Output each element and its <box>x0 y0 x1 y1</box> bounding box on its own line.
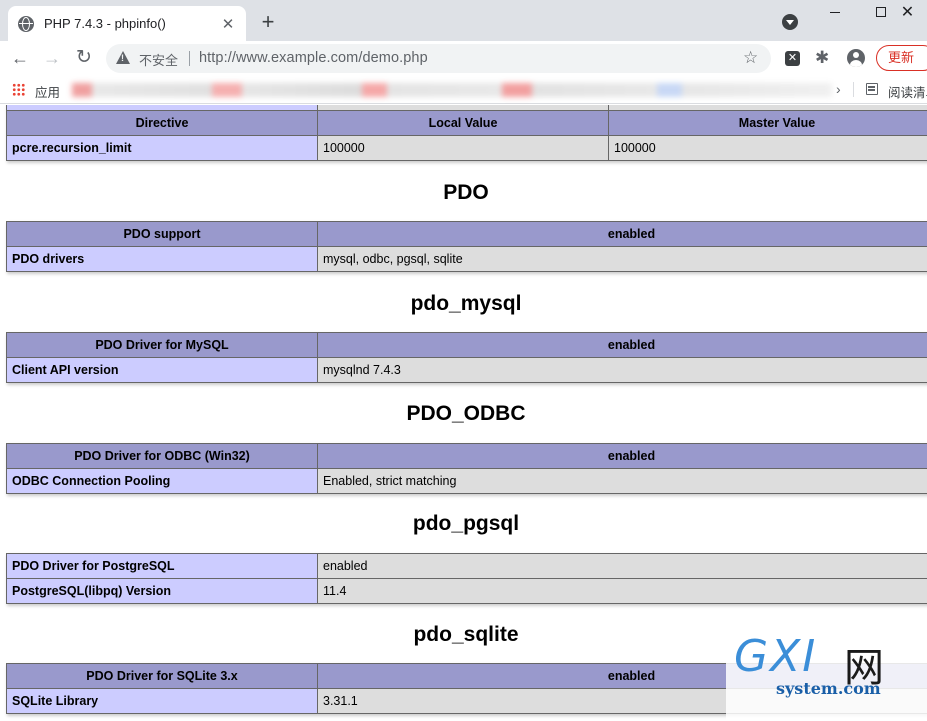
row-value: Enabled, strict matching <box>317 468 927 494</box>
section-title-pdo-pgsql: pdo_pgsql <box>412 512 520 535</box>
header-label: PDO Driver for MySQL <box>6 332 318 358</box>
bookmarks-bar: 应用 › 阅读清单 <box>0 75 927 104</box>
forward-button[interactable]: → <box>40 46 64 70</box>
update-button[interactable]: 更新 <box>876 45 927 71</box>
pdo-table: PDO support enabled PDO drivers mysql, o… <box>6 221 927 272</box>
extensions-puzzle-icon[interactable]: ✱ <box>815 48 829 68</box>
section-title-pdo: PDO <box>443 181 489 204</box>
apps-grid-icon[interactable] <box>12 83 25 96</box>
site-watermark-logo: GXI 网 system.com <box>726 631 927 721</box>
extension-x-icon[interactable]: ✕ <box>785 51 800 66</box>
table-header-row: PDO Driver for ODBC (Win32) enabled <box>6 443 927 469</box>
table-header-row: Directive Local Value Master Value <box>6 110 927 136</box>
master-value: 100000 <box>608 135 927 161</box>
pdo-odbc-table: PDO Driver for ODBC (Win32) enabled ODBC… <box>6 443 927 494</box>
bookmarks-more-button[interactable]: › <box>836 81 841 97</box>
insecure-label[interactable]: 不安全 <box>139 50 178 69</box>
row-value: mysqlnd 7.4.3 <box>317 357 927 383</box>
watermark-logo-text: GXI <box>734 631 818 682</box>
table-row: PDO Driver for PostgreSQL enabled <box>6 553 927 579</box>
header-label: PDO Driver for SQLite 3.x <box>6 663 318 689</box>
header-value: enabled <box>317 443 927 469</box>
row-name: PostgreSQL(libpq) Version <box>6 578 318 604</box>
column-header-directive: Directive <box>6 110 318 136</box>
header-value: enabled <box>317 332 927 358</box>
reading-list-icon[interactable] <box>866 83 878 95</box>
column-header-master: Master Value <box>608 110 927 136</box>
header-label: PDO Driver for ODBC (Win32) <box>6 443 318 469</box>
pdo-pgsql-table: PDO Driver for PostgreSQL enabled Postgr… <box>6 553 927 604</box>
row-name: Client API version <box>6 357 318 383</box>
address-bar[interactable]: 不安全 http://www.example.com/demo.php ☆ <box>106 44 771 73</box>
back-button[interactable]: ← <box>8 46 32 70</box>
reading-list-label[interactable]: 阅读清单 <box>888 82 927 101</box>
phpinfo-body: Directive Local Value Master Value pcre.… <box>6 105 927 714</box>
close-window-button[interactable]: ✕ <box>888 0 927 30</box>
row-name: SQLite Library <box>6 688 318 714</box>
bookmark-star-icon[interactable]: ☆ <box>743 48 758 68</box>
row-value: mysql, odbc, pgsql, sqlite <box>317 246 927 272</box>
globe-icon <box>18 15 34 32</box>
header-value: enabled <box>317 221 927 247</box>
tab-strip: PHP 7.4.3 - phpinfo() ✕ + ✕ <box>0 0 927 41</box>
header-label: PDO support <box>6 221 318 247</box>
local-value: 100000 <box>317 135 609 161</box>
bookmarks-separator <box>853 82 854 97</box>
pcre-table: Directive Local Value Master Value pcre.… <box>6 105 927 161</box>
row-name: ODBC Connection Pooling <box>6 468 318 494</box>
table-header-row: PDO Driver for MySQL enabled <box>6 332 927 358</box>
new-tab-button[interactable]: + <box>257 9 279 35</box>
browser-tab[interactable]: PHP 7.4.3 - phpinfo() ✕ <box>8 6 246 41</box>
directive-name: pcre.recursion_limit <box>6 135 318 161</box>
row-value: enabled <box>317 553 927 579</box>
url-text[interactable]: http://www.example.com/demo.php <box>199 50 428 66</box>
tab-search-icon[interactable] <box>782 14 798 30</box>
minimize-button[interactable] <box>812 0 858 30</box>
row-name: PDO drivers <box>6 246 318 272</box>
table-row: ODBC Connection Pooling Enabled, strict … <box>6 468 927 494</box>
row-name: PDO Driver for PostgreSQL <box>6 553 318 579</box>
table-header-row: PDO support enabled <box>6 221 927 247</box>
apps-label[interactable]: 应用 <box>35 82 60 101</box>
address-separator <box>189 51 190 66</box>
page-content: Directive Local Value Master Value pcre.… <box>0 105 927 721</box>
section-title-pdo-mysql: pdo_mysql <box>410 292 522 315</box>
table-row: Client API version mysqlnd 7.4.3 <box>6 357 927 383</box>
table-row: PDO drivers mysql, odbc, pgsql, sqlite <box>6 246 927 272</box>
table-row: PostgreSQL(libpq) Version 11.4 <box>6 578 927 604</box>
reload-button[interactable]: ↻ <box>72 46 96 70</box>
tab-close-icon[interactable]: ✕ <box>220 15 236 33</box>
tab-title: PHP 7.4.3 - phpinfo() <box>44 16 166 31</box>
table-row: pcre.recursion_limit 100000 100000 <box>6 135 927 161</box>
column-header-local: Local Value <box>317 110 609 136</box>
blurred-bookmarks <box>72 83 832 97</box>
section-title-pdo-odbc: PDO_ODBC <box>406 402 526 425</box>
profile-avatar-icon[interactable] <box>847 49 865 67</box>
row-value: 11.4 <box>317 578 927 604</box>
pdo-mysql-table: PDO Driver for MySQL enabled Client API … <box>6 332 927 383</box>
watermark-site: system.com <box>776 679 881 698</box>
warning-icon[interactable] <box>116 51 130 64</box>
